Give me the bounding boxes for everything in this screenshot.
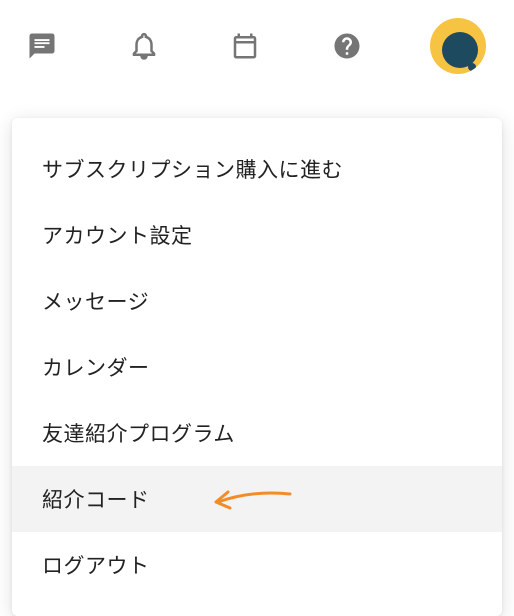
bell-icon[interactable] [126,28,162,64]
arrow-annotation [212,484,292,514]
menu-item-label: カレンダー [42,357,150,380]
menu-item-label: ログアウト [42,555,150,578]
topbar [0,0,514,92]
menu-item-calendar[interactable]: カレンダー [12,334,502,400]
menu-item-referral-program[interactable]: 友達紹介プログラム [12,400,502,466]
menu-item-subscription[interactable]: サブスクリプション購入に進む [12,136,502,202]
menu-item-messages[interactable]: メッセージ [12,268,502,334]
calendar-icon[interactable] [227,28,263,64]
menu-item-account-settings[interactable]: アカウント設定 [12,202,502,268]
dropdown-menu: サブスクリプション購入に進む アカウント設定 メッセージ カレンダー 友達紹介プ… [12,118,502,616]
menu-item-label: 紹介コード [42,489,150,512]
chat-icon[interactable] [24,28,60,64]
menu-item-logout[interactable]: ログアウト [12,532,502,598]
menu-item-label: メッセージ [42,291,149,314]
avatar[interactable] [430,18,486,74]
menu-item-label: 友達紹介プログラム [42,423,235,446]
menu-item-label: アカウント設定 [42,225,193,248]
menu-item-referral-code[interactable]: 紹介コード [12,466,502,532]
menu-item-label: サブスクリプション購入に進む [42,159,343,182]
help-icon[interactable] [329,28,365,64]
